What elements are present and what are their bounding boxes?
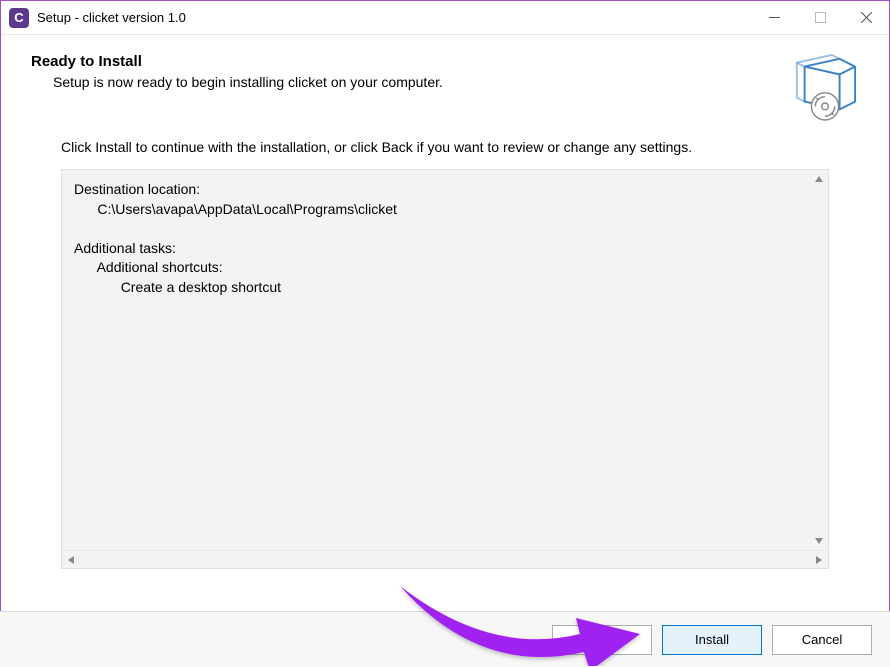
install-button[interactable]: Install — [662, 625, 762, 655]
scroll-down-icon — [814, 536, 824, 546]
page-heading: Ready to Install — [31, 53, 791, 70]
content-area: Ready to Install Setup is now ready to b… — [1, 35, 889, 610]
back-button[interactable]: Back — [552, 625, 652, 655]
scroll-left-icon — [66, 555, 76, 565]
window-title: Setup - clicket version 1.0 — [37, 10, 751, 25]
instruction-text: Click Install to continue with the insta… — [1, 131, 889, 169]
footer: Back Install Cancel — [0, 611, 890, 667]
horizontal-scrollbar[interactable] — [62, 550, 828, 568]
app-icon: C — [9, 8, 29, 28]
close-button[interactable] — [843, 1, 889, 34]
window-controls — [751, 1, 889, 34]
scroll-up-icon — [814, 174, 824, 184]
cancel-button[interactable]: Cancel — [772, 625, 872, 655]
header-section: Ready to Install Setup is now ready to b… — [1, 35, 889, 131]
scroll-right-icon — [814, 555, 824, 565]
maximize-button — [797, 1, 843, 34]
summary-text[interactable]: Destination location: C:\Users\avapa\App… — [62, 170, 810, 550]
vertical-scrollbar[interactable] — [810, 170, 828, 550]
page-subheading: Setup is now ready to begin installing c… — [31, 74, 791, 90]
minimize-button[interactable] — [751, 1, 797, 34]
summary-memo: Destination location: C:\Users\avapa\App… — [61, 169, 829, 569]
wizard-box-icon — [791, 53, 859, 121]
title-bar: C Setup - clicket version 1.0 — [1, 1, 889, 35]
